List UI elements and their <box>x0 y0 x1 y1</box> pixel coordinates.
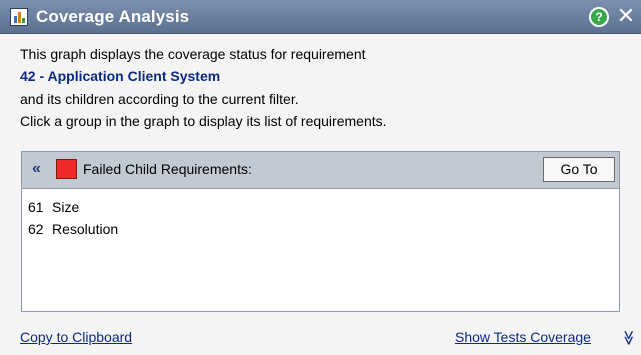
go-to-button[interactable]: Go To <box>543 157 615 182</box>
close-icon[interactable]: ✕ <box>614 2 638 30</box>
title-bar: Coverage Analysis ? ✕ <box>0 0 641 34</box>
list-item[interactable]: 62 Resolution <box>28 218 118 240</box>
status-color-swatch <box>56 159 77 179</box>
help-icon[interactable]: ? <box>589 7 609 27</box>
requirements-list: 61 Size 62 Resolution <box>28 196 118 240</box>
copy-to-clipboard-link[interactable]: Copy to Clipboard <box>20 329 132 345</box>
requirement-id: 61 <box>28 199 44 215</box>
window-title: Coverage Analysis <box>36 7 190 26</box>
bar-chart-icon <box>10 8 28 26</box>
requirement-id: 62 <box>28 221 44 237</box>
requirements-panel: « Failed Child Requirements: Go To 61 Siz… <box>21 151 620 312</box>
list-item[interactable]: 61 Size <box>28 196 118 218</box>
panel-title: Failed Child Requirements: <box>83 161 252 177</box>
show-tests-coverage-link[interactable]: Show Tests Coverage <box>455 329 591 345</box>
description-line: Click a group in the graph to display it… <box>20 113 387 129</box>
requirement-name: 42 - Application Client System <box>20 68 221 84</box>
collapse-icon[interactable]: « <box>32 160 48 178</box>
requirement-label: Resolution <box>52 221 119 237</box>
panel-header: « Failed Child Requirements: Go To <box>22 152 619 189</box>
description-line: This graph displays the coverage status … <box>20 46 366 62</box>
description-line: and its children according to the curren… <box>20 91 299 107</box>
requirement-label: Size <box>52 199 80 215</box>
double-chevron-down-icon[interactable]: ≫ <box>618 330 638 346</box>
